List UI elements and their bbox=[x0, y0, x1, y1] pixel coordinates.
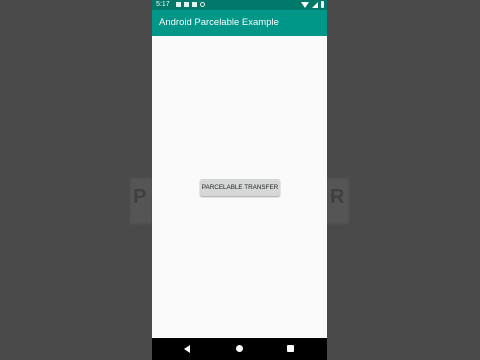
recents-icon[interactable] bbox=[287, 345, 294, 352]
background-text-right: R bbox=[330, 186, 345, 208]
status-notification-icons bbox=[176, 2, 205, 7]
status-time: 5:17 bbox=[156, 1, 170, 8]
image-icon bbox=[184, 2, 189, 7]
navigation-bar bbox=[152, 338, 327, 360]
signal-icon bbox=[312, 1, 318, 8]
battery-icon bbox=[321, 1, 324, 8]
status-bar: 5:17 bbox=[152, 0, 327, 10]
image-icon bbox=[176, 2, 181, 7]
parcelable-transfer-button[interactable]: PARCELABLE TRANSFER bbox=[200, 179, 280, 196]
app-bar: Android Parcelable Example bbox=[152, 10, 327, 36]
main-content: PARCELABLE TRANSFER bbox=[152, 36, 327, 338]
phone-screen: 5:17 Android Parcelable Example PARCELAB… bbox=[152, 0, 327, 360]
document-icon bbox=[192, 2, 197, 7]
wifi-icon bbox=[301, 1, 309, 8]
back-icon[interactable] bbox=[184, 345, 190, 353]
sync-icon bbox=[200, 2, 205, 7]
home-icon[interactable] bbox=[236, 345, 243, 352]
status-system-icons bbox=[301, 1, 324, 8]
background-text-left: P bbox=[133, 186, 147, 208]
app-title: Android Parcelable Example bbox=[159, 17, 279, 28]
